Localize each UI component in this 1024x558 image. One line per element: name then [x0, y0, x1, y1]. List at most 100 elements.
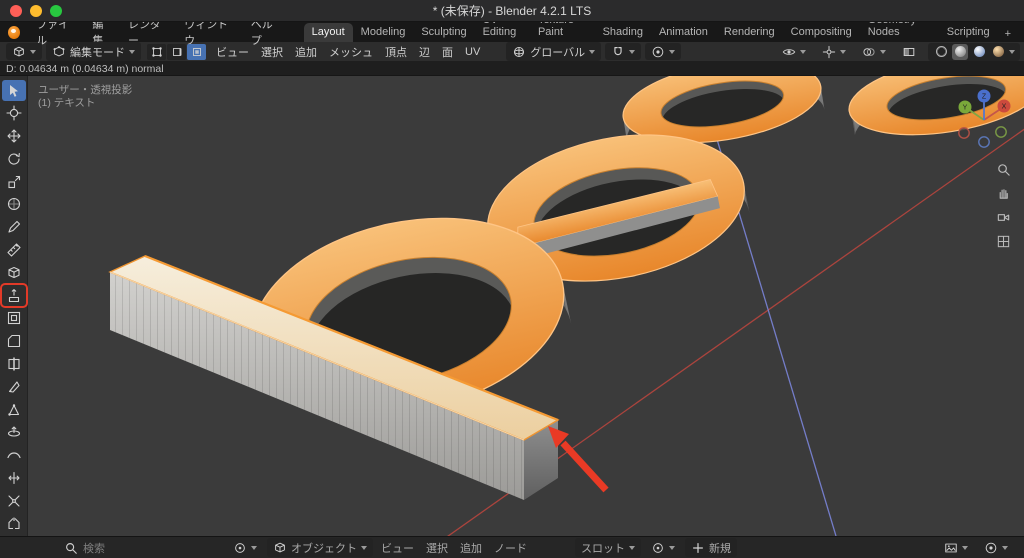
proportional-edit-dropdown[interactable] — [645, 43, 681, 60]
image-browser-button[interactable] — [938, 539, 974, 556]
gizmo-z-label: Z — [982, 94, 987, 101]
tool-shelf — [0, 76, 28, 536]
tool-measure[interactable] — [2, 240, 26, 261]
menu-edge[interactable]: 辺 — [413, 42, 436, 62]
view-name-text: ユーザー・透視投影 — [38, 84, 132, 97]
gizmo-x-label: X — [1002, 104, 1007, 111]
edge-select-button[interactable] — [167, 44, 186, 60]
bottom-menu-node[interactable]: ノード — [488, 538, 533, 558]
chevron-down-icon — [361, 546, 367, 550]
mode-dropdown[interactable]: 編集モード — [46, 42, 141, 61]
tool-extrude-region[interactable] — [2, 285, 26, 306]
vertex-select-button[interactable] — [147, 44, 166, 60]
extrude-region-icon — [6, 288, 22, 304]
snap-dropdown[interactable] — [605, 43, 641, 60]
tool-rotate[interactable] — [2, 148, 26, 169]
tool-shrink-fatten[interactable] — [2, 490, 26, 511]
viewport-3d[interactable]: ユーザー・透視投影 (1) テキスト X Y Z — [28, 76, 1024, 536]
menu-uv[interactable]: UV — [459, 44, 486, 60]
snapping-controls: グローバル — [504, 42, 683, 61]
gizmo-neg-y-ball[interactable] — [996, 127, 1006, 137]
inset-faces-icon — [6, 310, 22, 326]
move-icon — [6, 128, 22, 144]
face-select-button[interactable] — [187, 44, 206, 60]
face-select-icon — [190, 45, 204, 59]
bottom-editor-type-button[interactable] — [227, 539, 263, 556]
chevron-down-icon — [962, 546, 968, 550]
display-options-button[interactable] — [978, 539, 1014, 556]
edge-slide-icon — [6, 470, 22, 486]
pan-button[interactable] — [994, 184, 1012, 202]
xray-toggle[interactable] — [896, 43, 922, 60]
bottom-menu-select[interactable]: 選択 — [420, 538, 454, 558]
hand-icon — [996, 186, 1011, 201]
chevron-down-icon — [251, 546, 257, 550]
chevron-down-icon — [629, 50, 635, 54]
tool-edge-slide[interactable] — [2, 468, 26, 489]
blender-logo-icon[interactable] — [8, 26, 20, 39]
tool-select-box[interactable] — [2, 80, 26, 101]
tab-sculpting[interactable]: Sculpting — [413, 23, 474, 42]
menu-vertex[interactable]: 頂点 — [379, 42, 413, 62]
tool-knife[interactable] — [2, 376, 26, 397]
visibility-dropdown[interactable] — [776, 43, 812, 60]
material-browser-button[interactable] — [645, 539, 681, 556]
new-material-button[interactable]: 新規 — [685, 538, 737, 557]
tool-spin[interactable] — [2, 422, 26, 443]
tool-move[interactable] — [2, 126, 26, 147]
tab-rendering[interactable]: Rendering — [716, 23, 783, 42]
tab-layout[interactable]: Layout — [304, 23, 353, 42]
slot-dropdown[interactable]: スロット — [575, 538, 641, 557]
viewport-nav-buttons — [994, 160, 1012, 250]
scale-icon — [6, 174, 22, 190]
overlays-dropdown[interactable] — [856, 43, 892, 60]
camera-view-button[interactable] — [994, 208, 1012, 226]
search-field[interactable]: 検索 — [64, 540, 105, 556]
tool-transform[interactable] — [2, 194, 26, 215]
tool-rip-region[interactable] — [2, 513, 26, 534]
menu-view[interactable]: ビュー — [210, 42, 255, 62]
bottom-menu-view[interactable]: ビュー — [375, 538, 420, 558]
menu-add[interactable]: 追加 — [289, 42, 323, 62]
tool-scale[interactable] — [2, 171, 26, 192]
menu-select[interactable]: 選択 — [255, 42, 289, 62]
shading-rendered-button[interactable] — [990, 44, 1006, 60]
bottom-menu-add[interactable]: 追加 — [454, 538, 488, 558]
tab-shading[interactable]: Shading — [595, 23, 651, 42]
gizmos-dropdown[interactable] — [816, 43, 852, 60]
shading-solid-button[interactable] — [952, 44, 968, 60]
tool-smooth[interactable] — [2, 445, 26, 466]
menu-mesh[interactable]: メッシュ — [323, 42, 379, 62]
gizmo-neg-z-ball[interactable] — [979, 137, 989, 147]
navigation-gizmo[interactable]: X Y Z — [950, 84, 1018, 152]
tab-scripting[interactable]: Scripting — [939, 23, 998, 42]
tab-animation[interactable]: Animation — [651, 23, 716, 42]
tool-inset-faces[interactable] — [2, 308, 26, 329]
zoom-button[interactable] — [994, 160, 1012, 178]
editor-type-button[interactable] — [6, 43, 42, 60]
minimize-button[interactable] — [30, 5, 42, 17]
transform-orientation-dropdown[interactable]: グローバル — [506, 42, 601, 61]
tab-compositing[interactable]: Compositing — [783, 23, 860, 42]
gizmo-neg-x-ball[interactable] — [959, 128, 969, 138]
viewport-header: 編集モード ビュー 選択 追加 メッシュ 頂点 辺 面 UV グローバル — [0, 42, 1024, 62]
toggle-ortho-button[interactable] — [994, 232, 1012, 250]
tool-bevel[interactable] — [2, 331, 26, 352]
add-workspace-button[interactable]: + — [998, 26, 1018, 42]
object-mode-dropdown[interactable]: オブジェクト — [267, 538, 373, 557]
tool-cursor[interactable] — [2, 103, 26, 124]
tool-loop-cut[interactable] — [2, 354, 26, 375]
tab-modeling[interactable]: Modeling — [353, 23, 414, 42]
close-button[interactable] — [10, 5, 22, 17]
maximize-button[interactable] — [50, 5, 62, 17]
menu-face[interactable]: 面 — [436, 42, 459, 62]
material-sphere-icon — [974, 46, 985, 57]
smooth-icon — [6, 447, 22, 463]
tool-annotate[interactable] — [2, 217, 26, 238]
tool-poly-build[interactable] — [2, 399, 26, 420]
tool-add-cube[interactable] — [2, 262, 26, 283]
edge-select-icon — [170, 45, 184, 59]
chevron-down-icon — [880, 50, 886, 54]
shading-wireframe-button[interactable] — [933, 44, 949, 60]
shading-material-button[interactable] — [971, 44, 987, 60]
